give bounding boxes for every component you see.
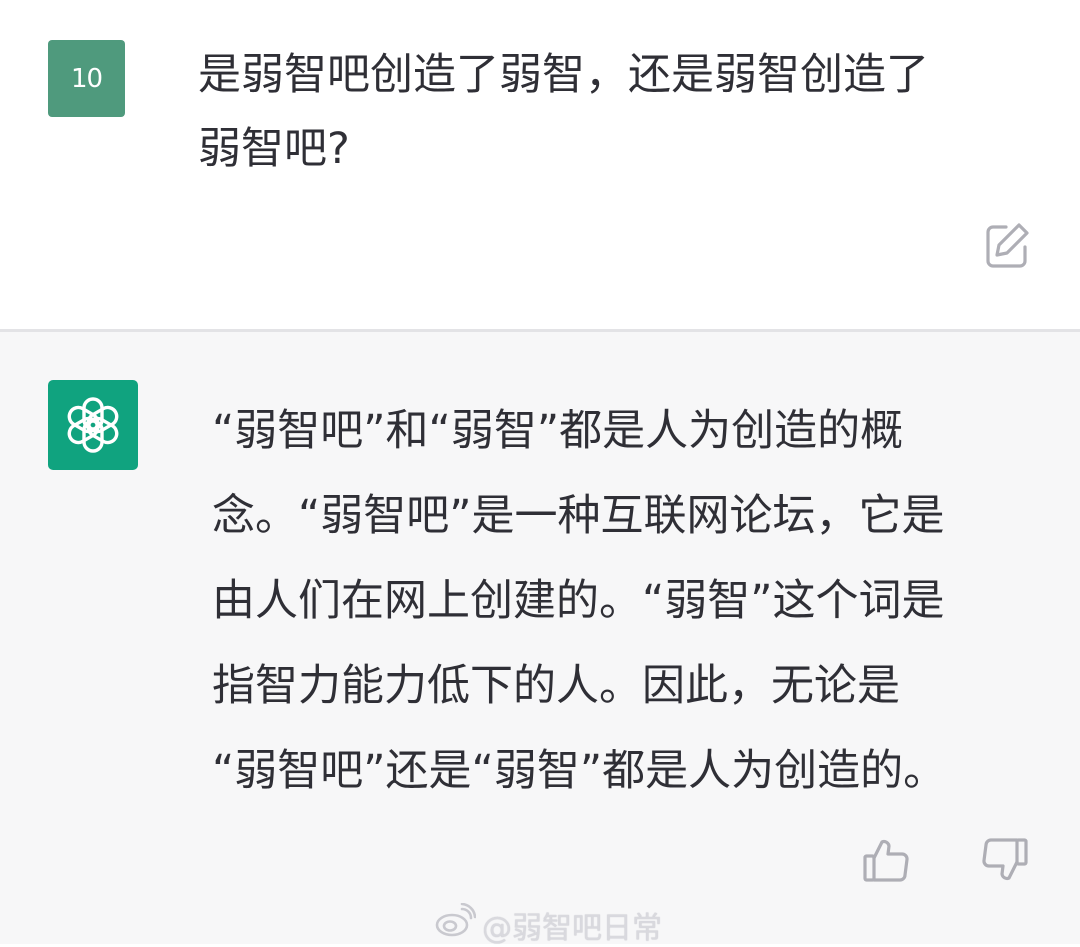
weibo-logo-icon — [434, 902, 477, 947]
thumbs-down-icon[interactable] — [979, 834, 1031, 886]
assistant-message-text: “弱智吧”和“弱智”都是人为创造的概 念。“弱智吧”是一种互联网论坛，它是 由人… — [212, 406, 947, 796]
openai-logo-icon — [48, 380, 138, 470]
watermark-text: @弱智吧日常 — [482, 911, 662, 946]
user-message-text: 是弱智吧创造了弱智，还是弱智创造了 弱智吧? — [198, 50, 929, 174]
user-avatar-label: 10 — [70, 63, 103, 94]
edit-icon[interactable] — [982, 220, 1032, 270]
thumbs-up-icon[interactable] — [860, 834, 912, 886]
watermark: @弱智吧日常 — [434, 902, 662, 947]
user-avatar: 10 — [48, 40, 125, 117]
user-message-row: 10 是弱智吧创造了弱智，还是弱智创造了 弱智吧? — [0, 0, 1080, 329]
